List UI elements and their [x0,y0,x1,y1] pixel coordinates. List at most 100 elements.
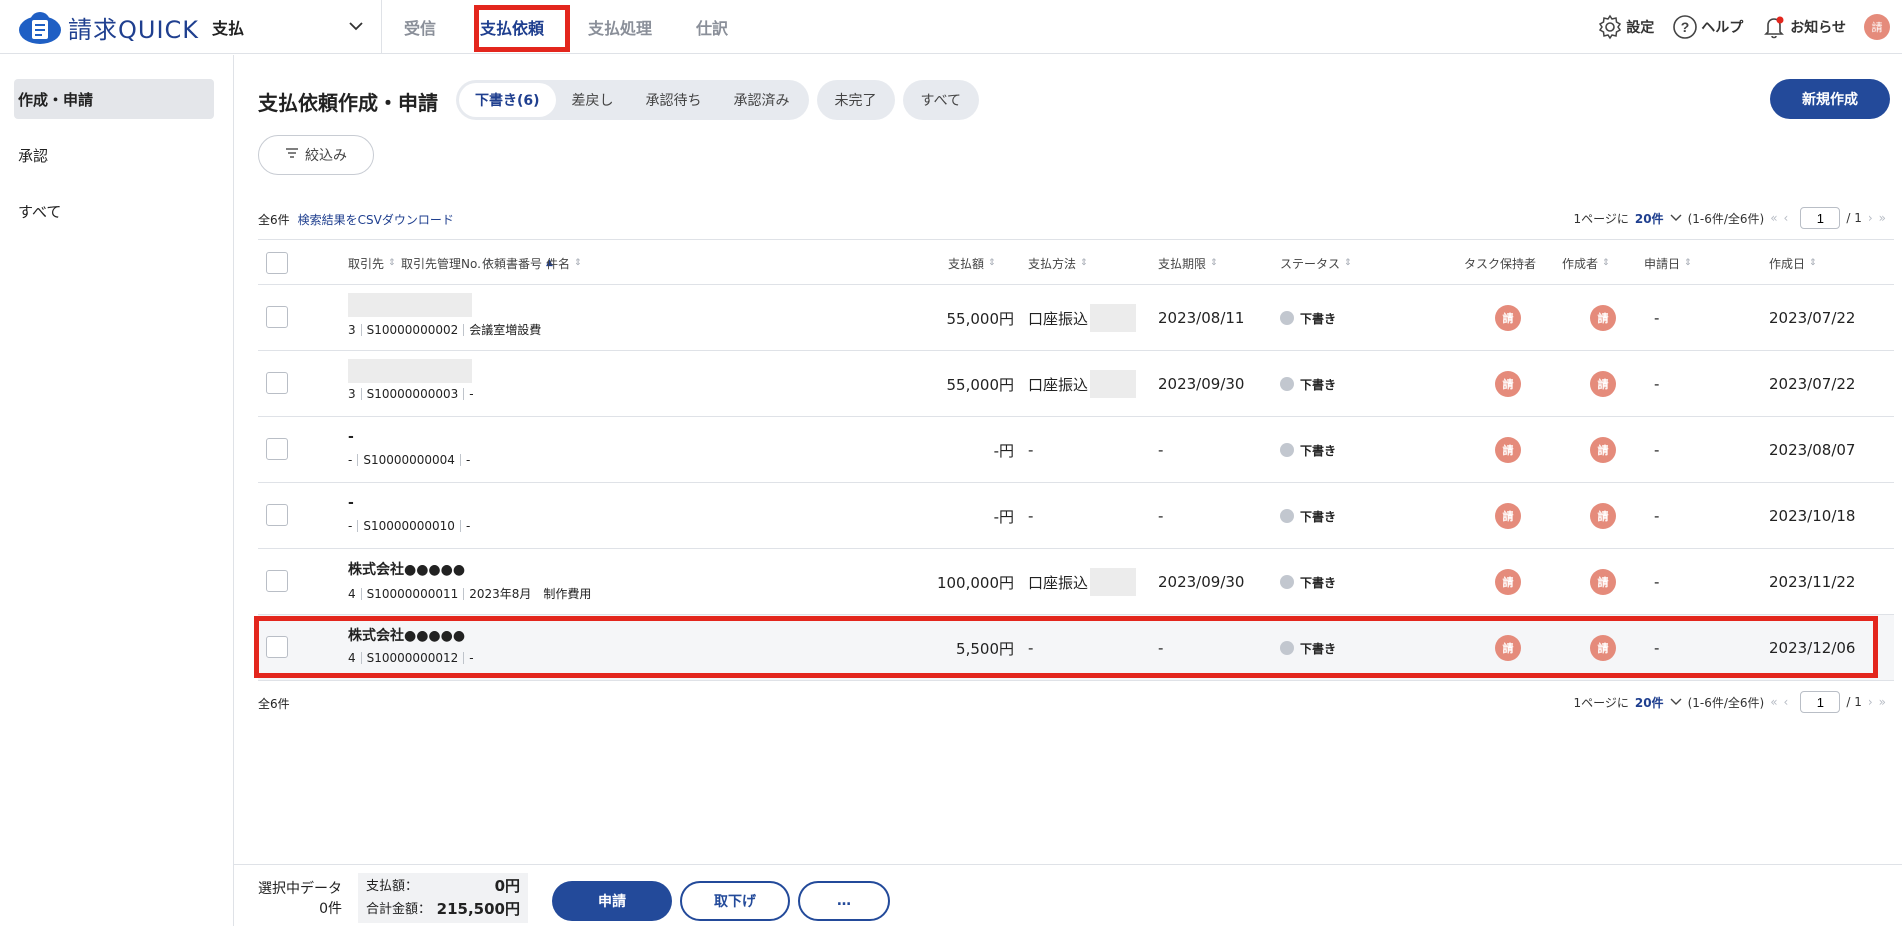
prev-page-icons[interactable]: «‹ [1770,695,1794,709]
created-date-cell: 2023/07/22 [1769,375,1856,393]
avatar[interactable]: 請 [1495,569,1521,595]
withdraw-button[interactable]: 取下げ [680,881,790,921]
creator-cell: 請 [1590,351,1616,417]
avatar[interactable]: 請 [1590,569,1616,595]
col-creator[interactable]: 作成者 ⇕ [1562,240,1610,286]
partner-no: - [348,519,353,533]
csv-download-link[interactable]: 検索結果をCSVダウンロード [298,211,454,228]
table-row[interactable]: 3 S10000000002 会議室増設費 55,000円 口座振込 2023/08/11… [258,285,1894,351]
creator-cell: 請 [1590,417,1616,483]
module-select[interactable]: 支払 [212,0,382,54]
pager-top: 1ページに 20件 (1-6件/全6件) «‹ / 1 ›» [1573,207,1892,229]
user-avatar[interactable]: 請 [1864,14,1890,40]
new-create-button[interactable]: 新規作成 [1770,79,1890,119]
tab-journal[interactable]: 仕訳 [674,0,750,54]
page-title: 支払依頼作成・申請 [258,91,438,115]
total-pages: / 1 [1846,695,1862,709]
sidebar-item-approval[interactable]: 承認 [14,135,214,175]
masked-account [1090,304,1137,332]
chevron-down-icon[interactable] [1670,695,1682,709]
masked-partner [348,293,472,317]
applied-date-cell: - [1654,375,1660,393]
status-badge: 下書き [1300,311,1337,326]
task-holder-cell: 請 [1495,285,1521,351]
filter-incomplete[interactable]: 未完了 [816,80,895,120]
col-method[interactable]: 支払方法 ⇕ [1028,240,1088,286]
filter-all[interactable]: すべて [902,80,980,120]
row-checkbox[interactable] [266,372,288,394]
settings-button[interactable]: 設定 [1597,14,1654,40]
avatar[interactable]: 請 [1590,371,1616,397]
filter-draft[interactable]: 下書き(6) [459,83,556,117]
settings-label: 設定 [1626,20,1655,36]
notice-button[interactable]: お知らせ [1761,14,1846,40]
tab-payment-process[interactable]: 支払処理 [566,0,674,54]
filter-pending[interactable]: 承認待ち [630,83,718,117]
next-page-icons[interactable]: ›» [1868,695,1892,709]
per-page-select[interactable]: 20件 [1635,694,1664,711]
applied-date-cell: - [1654,441,1660,459]
table-row[interactable]: - - S10000000004- -円 - - 下書き請請 -2023/08/07 [258,417,1894,483]
amount-cell: -円 [993,441,1014,460]
app-logo[interactable]: 請求QUICK [18,10,199,45]
avatar[interactable]: 請 [1590,305,1616,331]
narrow-filter-button[interactable]: 絞込み [258,135,374,175]
svg-text:?: ? [1681,19,1690,35]
table-row[interactable]: 株式会社●●●●● 4 S10000000011 2023年8月 制作費用 100,00… [258,549,1894,615]
subject: - [465,519,471,533]
next-page-icons[interactable]: ›» [1868,211,1892,225]
page-range: (1-6件/全6件) [1687,695,1765,710]
task-holder-cell: 請 [1495,549,1521,615]
sidebar-item-create-apply[interactable]: 作成・申請 [14,79,214,119]
creator-cell: 請 [1590,483,1616,549]
col-partner[interactable]: 取引先 ⇕ [348,240,396,286]
col-applied-date[interactable]: 申請日 ⇕ [1644,240,1692,286]
status-segment: 下書き(6) 差戻し 承認待ち 承認済み [456,80,809,120]
col-subject[interactable]: 件名 ⇕ [546,240,582,286]
help-button[interactable]: ? ヘルプ [1672,14,1743,40]
table-row[interactable]: 3 S10000000003-55,000円 口座振込 2023/09/30 下書き請請… [258,351,1894,417]
chevron-down-icon[interactable] [1670,211,1682,225]
per-page-select[interactable]: 20件 [1635,210,1664,227]
page-input[interactable] [1800,207,1841,229]
sidebar-item-all[interactable]: すべて [14,191,214,231]
col-due[interactable]: 支払期限 ⇕ [1158,240,1218,286]
col-partner-no[interactable]: 取引先管理No. ⇕ [401,240,492,286]
avatar[interactable]: 請 [1495,503,1521,529]
avatar[interactable]: 請 [1590,437,1616,463]
filter-approved[interactable]: 承認済み [718,83,806,117]
created-date-cell: 2023/11/22 [1769,573,1856,591]
avatar[interactable]: 請 [1495,437,1521,463]
tab-receive[interactable]: 受信 [382,0,458,54]
more-actions-button[interactable]: … [798,881,890,921]
row-checkbox[interactable] [266,438,288,460]
col-amount[interactable]: 支払額 ⇕ [948,240,996,286]
avatar[interactable]: 請 [1495,371,1521,397]
col-created-date[interactable]: 作成日 ⇕ [1769,240,1817,286]
filter-returned[interactable]: 差戻し [556,83,630,117]
avatar[interactable]: 請 [1495,305,1521,331]
status-badge: 下書き [1300,443,1337,458]
method-cell: - [1028,417,1033,483]
apply-button[interactable]: 申請 [552,881,672,921]
row-checkbox[interactable] [266,306,288,328]
select-all-checkbox[interactable] [266,252,288,274]
col-request-no[interactable]: 依頼書番号 ▲ [482,240,553,286]
row-checkbox[interactable] [266,570,288,592]
help-label: ヘルプ [1701,20,1744,36]
table-row[interactable]: - - S10000000010- -円 - - 下書き請請 -2023/10/18 [258,483,1894,549]
partner-no: - [348,453,353,467]
status-dot-icon [1280,443,1294,457]
status-badge: 下書き [1300,575,1337,590]
method-cell: 口座振込 [1028,351,1137,417]
request-no: S10000000011 [366,586,459,601]
col-status[interactable]: ステータス ⇕ [1280,240,1352,286]
avatar[interactable]: 請 [1590,503,1616,529]
prev-page-icons[interactable]: «‹ [1770,211,1794,225]
row-checkbox[interactable] [266,504,288,526]
method-text: 口座振込 [1028,309,1089,328]
partner-cell: - - S10000000010- [348,491,470,533]
method-text: - [1028,441,1034,459]
narrow-label: 絞込み [305,148,347,164]
page-input[interactable] [1800,691,1841,713]
